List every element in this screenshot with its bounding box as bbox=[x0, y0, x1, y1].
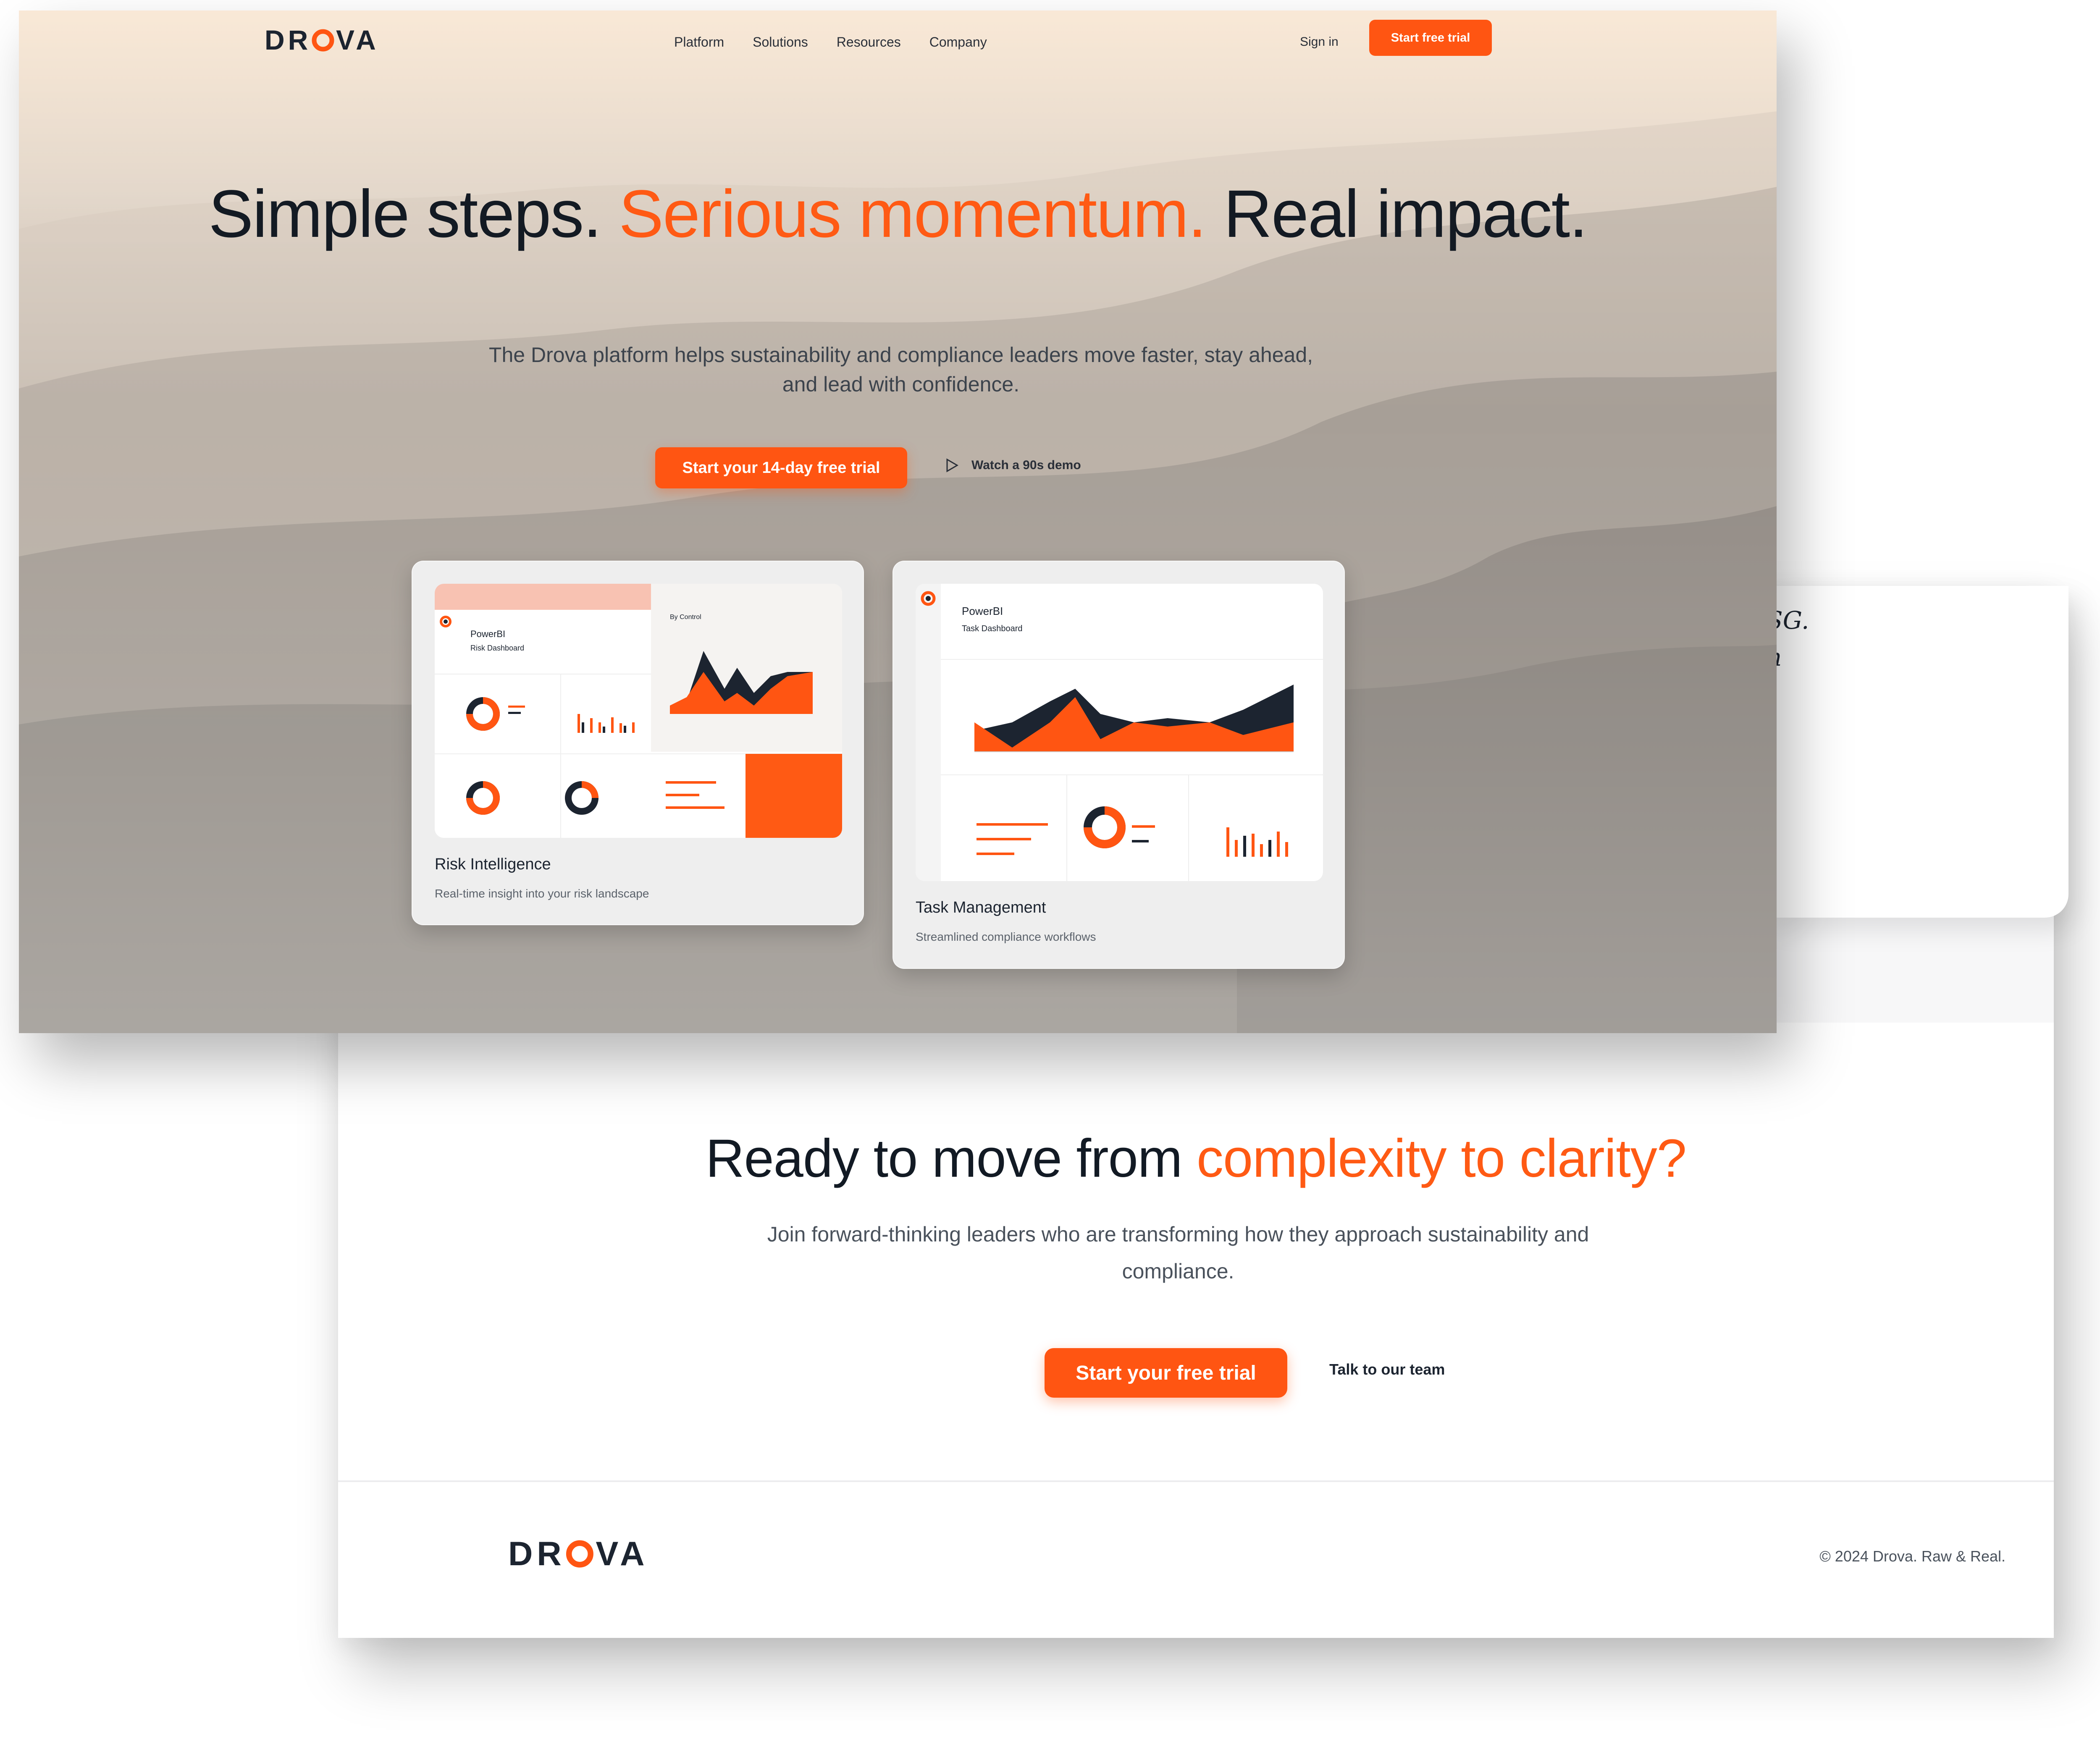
task-card-description: Streamlined compliance workflows bbox=[916, 930, 1096, 943]
start-14-day-trial-button[interactable]: Start your 14-day free trial bbox=[655, 447, 907, 488]
hero-heading: Simple steps. Serious momentum. Real imp… bbox=[19, 180, 1777, 247]
cta-heading-accent: complexity to clarity? bbox=[1197, 1128, 1687, 1189]
svg-text:VA: VA bbox=[596, 1535, 648, 1573]
hero-heading-text: Simple steps. bbox=[208, 176, 619, 251]
cta-subtitle: Join forward-thinking leaders who are tr… bbox=[767, 1223, 1589, 1283]
task-shot-app: PowerBI bbox=[962, 605, 1003, 617]
task-card-title: Task Management bbox=[916, 899, 1046, 916]
sign-in-link[interactable]: Sign in bbox=[1300, 27, 1339, 57]
risk-shot-name: Risk Dashboard bbox=[470, 644, 525, 652]
start-free-trial-button[interactable]: Start your free trial bbox=[1045, 1348, 1287, 1398]
watch-demo-label: Watch a 90s demo bbox=[971, 458, 1081, 472]
task-dashboard-screenshot: PowerBI Task Dashboard bbox=[916, 584, 1323, 881]
risk-card-description: Real-time insight into your risk landsca… bbox=[435, 887, 649, 900]
task-shot-name: Task Dashboard bbox=[962, 624, 1023, 633]
nav-platform[interactable]: Platform bbox=[674, 27, 724, 57]
nav-resources[interactable]: Resources bbox=[837, 27, 901, 57]
hero-heading-text-end: Real impact. bbox=[1205, 176, 1588, 251]
task-management-card[interactable]: PowerBI Task Dashboard Task Management S… bbox=[892, 561, 1345, 969]
hero-heading-accent: Serious momentum. bbox=[619, 176, 1207, 251]
watch-demo-link[interactable]: Watch a 90s demo bbox=[943, 457, 1081, 474]
main-nav: Platform Solutions Resources Company bbox=[674, 27, 987, 57]
risk-shot-chart-label: By Control bbox=[670, 614, 701, 621]
footer-divider bbox=[338, 1480, 2054, 1482]
nav-solutions[interactable]: Solutions bbox=[753, 27, 808, 57]
footer-copyright: © 2024 Drova. Raw & Real. bbox=[1819, 1548, 2006, 1565]
nav-company[interactable]: Company bbox=[929, 27, 987, 57]
hero-subtitle: The Drova platform helps sustainability … bbox=[488, 343, 1313, 396]
peek-card: SG. n bbox=[1766, 586, 2068, 918]
nav-logo[interactable]: DR VA bbox=[265, 25, 395, 55]
svg-text:VA: VA bbox=[336, 25, 379, 55]
risk-card-title: Risk Intelligence bbox=[435, 855, 551, 873]
talk-to-team-link[interactable]: Talk to our team bbox=[1329, 1361, 1445, 1378]
risk-intelligence-card[interactable]: PowerBI Risk Dashboard By Control Risk I… bbox=[412, 561, 864, 925]
risk-dashboard-screenshot: PowerBI Risk Dashboard By Control bbox=[435, 584, 842, 838]
svg-text:DR: DR bbox=[508, 1535, 565, 1573]
hero-page: DR VA Platform Solutions Resources Compa… bbox=[19, 10, 1777, 1033]
svg-text:DR: DR bbox=[265, 25, 311, 55]
play-icon bbox=[946, 458, 958, 472]
nav-start-trial-button[interactable]: Start free trial bbox=[1369, 20, 1492, 56]
cta-heading-text: Ready to move from bbox=[706, 1128, 1197, 1189]
risk-dashboard-graphic bbox=[435, 584, 842, 838]
cta-heading: Ready to move from complexity to clarity… bbox=[338, 1128, 2054, 1189]
risk-shot-app: PowerBI bbox=[470, 629, 506, 639]
footer-logo[interactable]: DR VA bbox=[508, 1535, 668, 1573]
